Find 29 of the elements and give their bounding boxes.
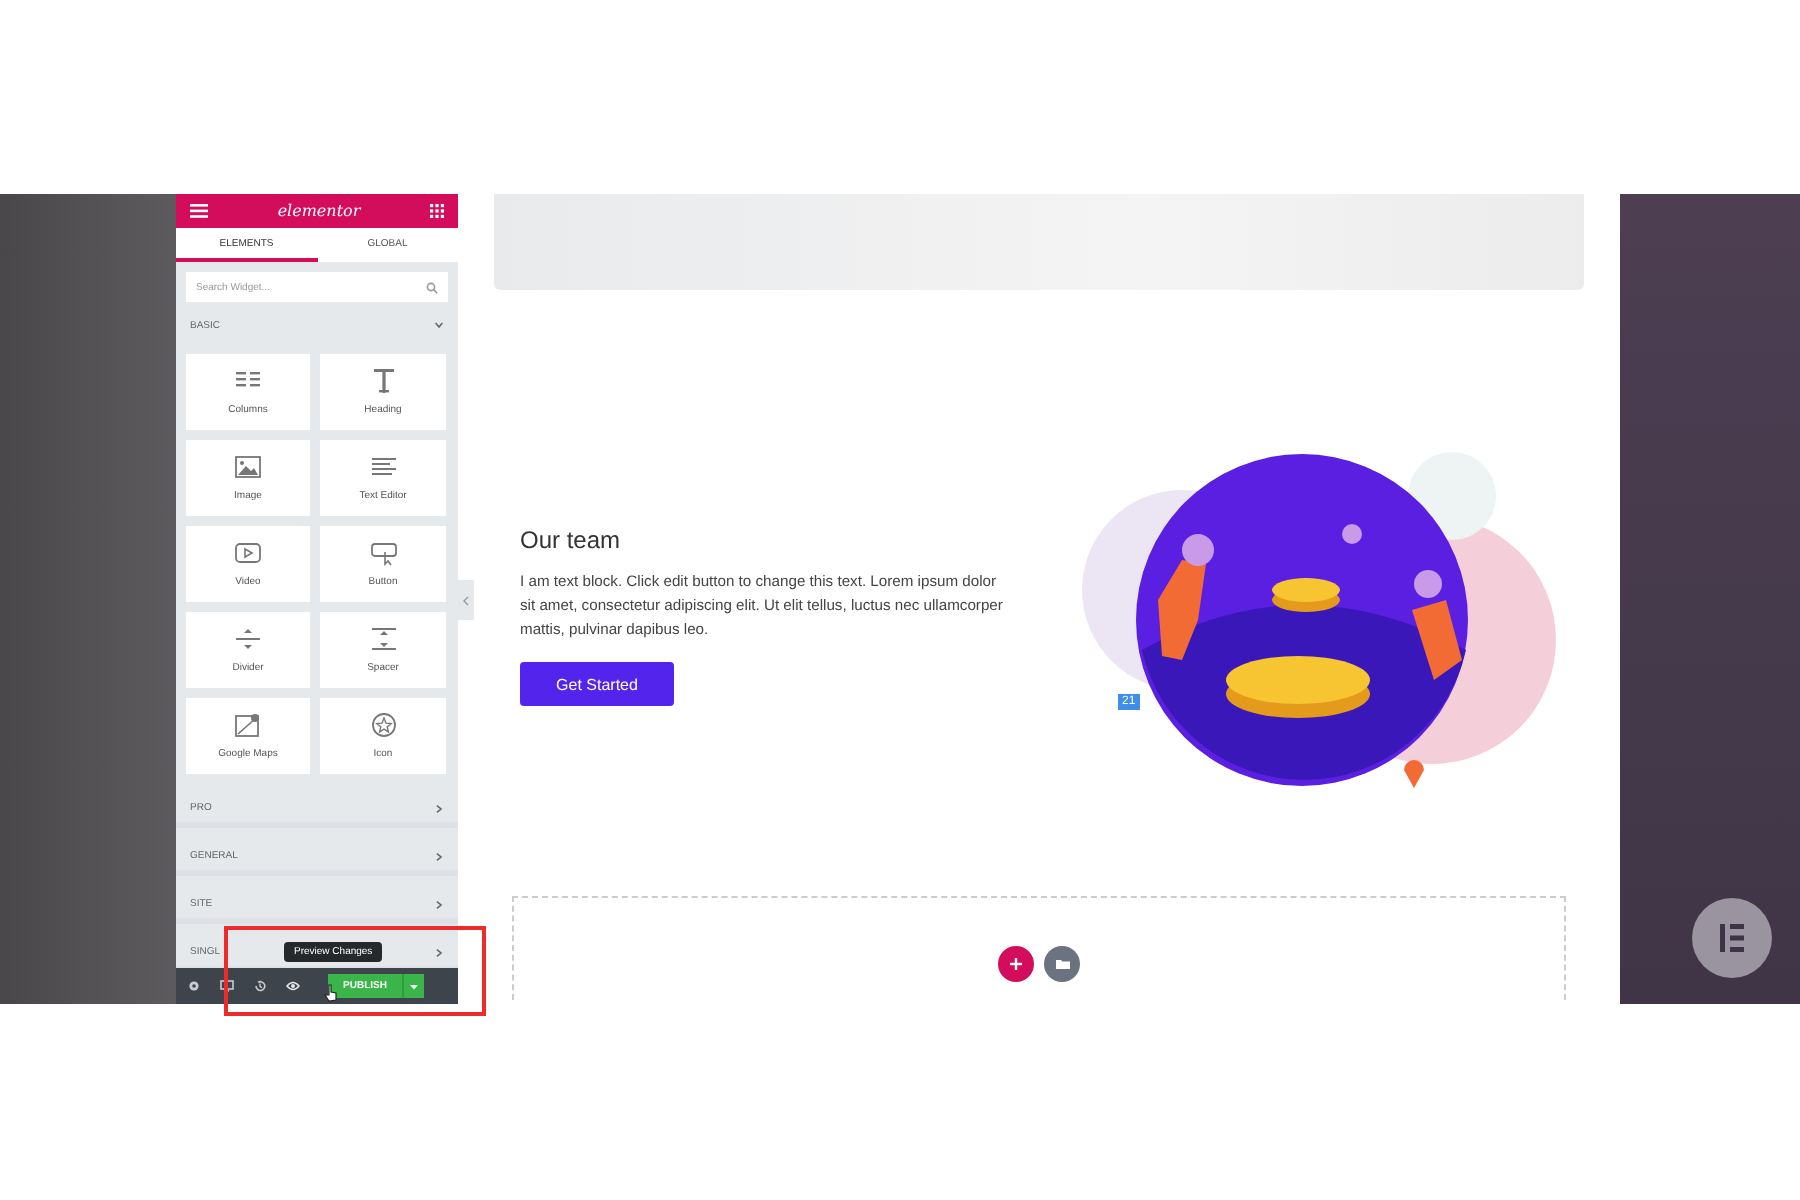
spacer-icon: [369, 626, 397, 652]
elementor-badge-icon[interactable]: [1692, 898, 1772, 978]
image-icon: [234, 454, 262, 480]
star-icon: [369, 712, 397, 738]
grid-icon[interactable]: [429, 204, 444, 218]
pointer-cursor-icon: [324, 984, 338, 1002]
search-icon: [426, 282, 438, 294]
settings-icon[interactable]: [188, 980, 200, 992]
text-lines-icon: [369, 454, 397, 480]
get-started-button[interactable]: Get Started: [520, 662, 674, 706]
caret-icon: [410, 983, 418, 989]
eye-icon[interactable]: [286, 980, 300, 992]
folder-icon: [1055, 958, 1069, 970]
menu-icon[interactable]: [190, 204, 208, 218]
map-icon: [234, 712, 262, 738]
divider-icon: [234, 626, 262, 652]
chevron-icon: [462, 595, 470, 605]
logo: elementor: [277, 202, 361, 220]
history-icon[interactable]: [254, 980, 266, 992]
letter-t-icon: [369, 368, 397, 394]
template-library-button[interactable]: [1044, 946, 1080, 982]
video-icon: [234, 540, 262, 566]
add-section-button[interactable]: [998, 946, 1034, 982]
section-heading: Our team: [520, 526, 623, 554]
monitor-icon[interactable]: [220, 980, 234, 992]
publish-options-button[interactable]: [402, 974, 424, 998]
plus-icon: [1010, 958, 1022, 970]
collapse-handle[interactable]: [458, 580, 474, 620]
button-icon: [369, 540, 397, 566]
